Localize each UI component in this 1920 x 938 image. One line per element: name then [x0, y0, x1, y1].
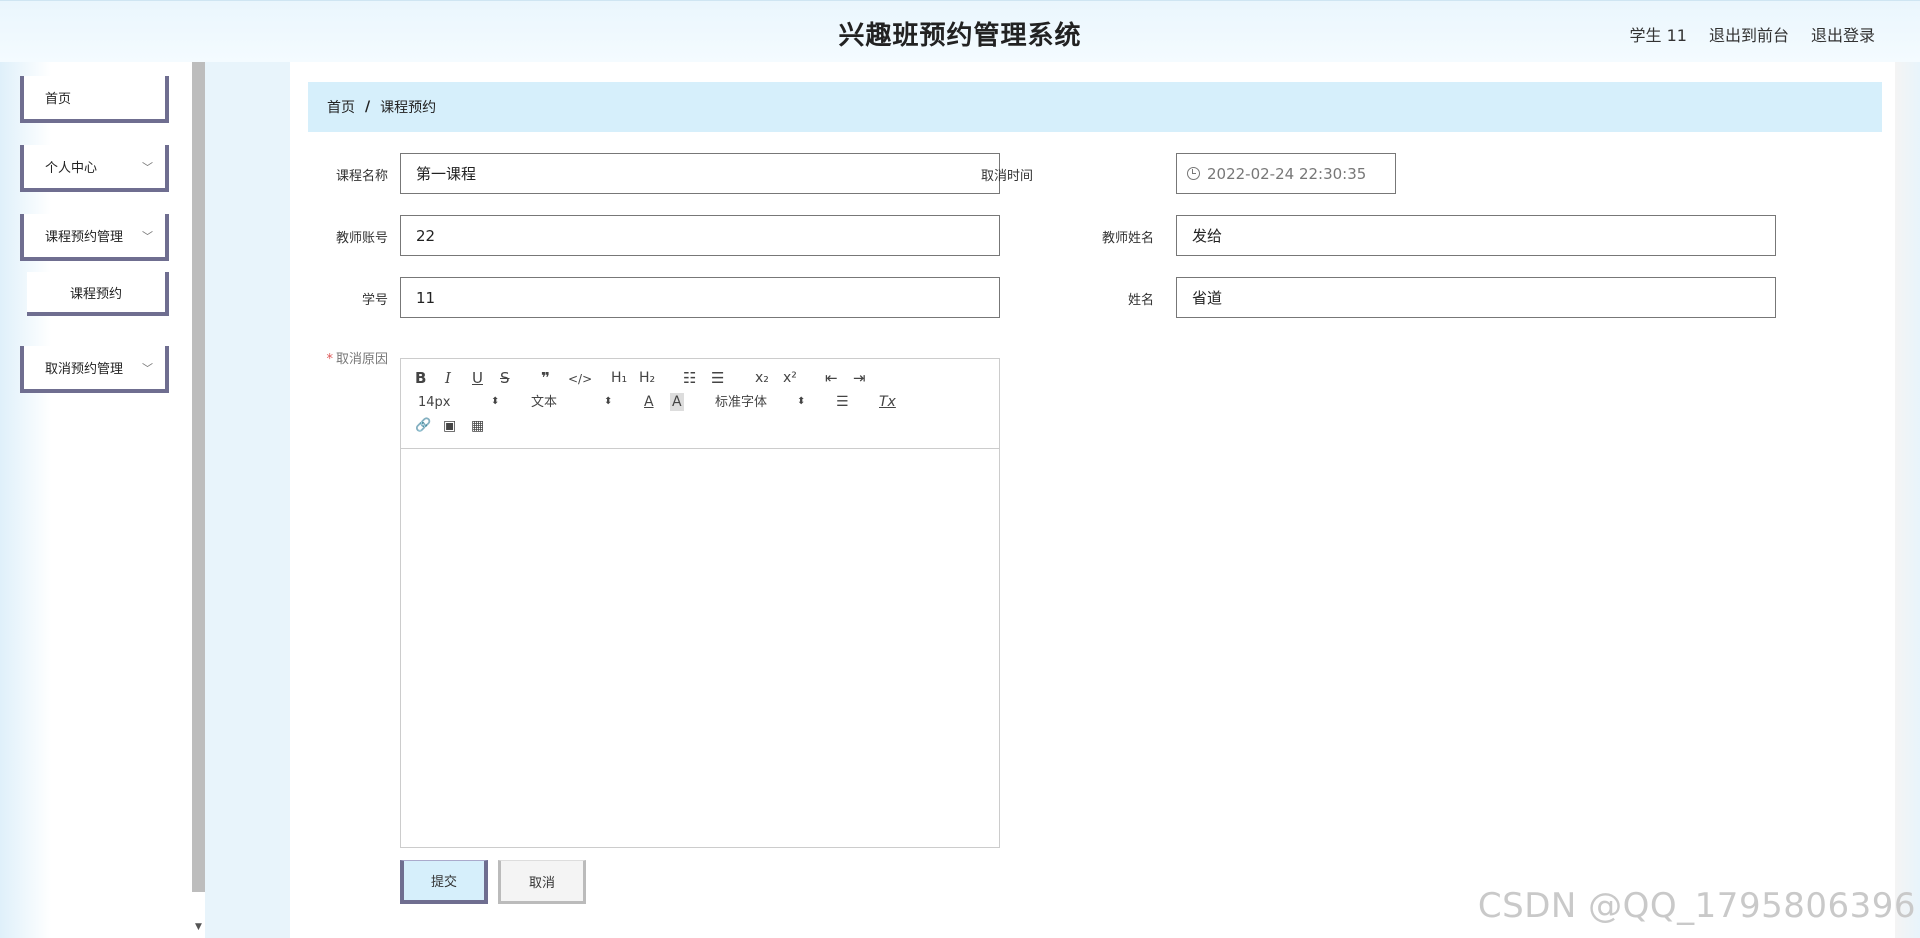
editor-content-area[interactable] [401, 449, 999, 847]
header-links: 学生 11 退出到前台 退出登录 [1630, 22, 1875, 46]
course-name-field[interactable]: 第一课程 [400, 153, 1000, 194]
teacher-account-label: 教师账号 [335, 231, 388, 246]
code-block-icon[interactable]: </> [568, 370, 592, 388]
teacher-name-label: 教师姓名 [1101, 231, 1154, 246]
current-user: 学生 11 [1629, 26, 1687, 45]
subscript-icon[interactable]: x₂ [755, 369, 769, 387]
course-name-label: 课程名称 [335, 169, 388, 184]
required-mark: * [326, 352, 333, 367]
bullet-list-icon[interactable]: ☰ [711, 369, 724, 387]
sidebar-item-home[interactable]: 首页 [20, 76, 169, 123]
sidebar-item-label: 首页 [45, 92, 72, 107]
name-field[interactable]: 省道 [1176, 277, 1776, 318]
font-family-arrow-icon: ⬍ [797, 396, 806, 407]
clock-icon [1187, 167, 1200, 180]
page-right-edge [1895, 62, 1920, 938]
sidebar: 首页 个人中心 ﹀ 课程预约管理 ﹀ 课程预约 取消预约管理 ﹀ ▼ [0, 62, 205, 938]
teacher-account-value: 22 [416, 226, 436, 245]
chevron-down-icon: ﹀ [142, 230, 153, 243]
submit-button[interactable]: 提交 [400, 860, 488, 904]
teacher-name-value: 发给 [1192, 227, 1223, 245]
name-label: 姓名 [1127, 293, 1154, 308]
cancel-button[interactable]: 取消 [498, 860, 586, 904]
header-select-arrow-icon: ⬍ [604, 396, 613, 407]
teacher-account-field[interactable]: 22 [400, 215, 1000, 256]
sidebar-scrollbar[interactable] [192, 62, 205, 892]
video-icon[interactable]: ▦ [471, 417, 484, 435]
sidebar-item-personal-center[interactable]: 个人中心 ﹀ [20, 145, 169, 192]
header-select[interactable]: 文本 [531, 394, 557, 412]
breadcrumb-home[interactable]: 首页 [327, 97, 355, 117]
sidebar-item-course-booking-mgmt[interactable]: 课程预约管理 ﹀ [20, 214, 169, 261]
background-color-icon[interactable]: A [670, 393, 684, 411]
heading2-icon[interactable]: H₂ [639, 369, 655, 387]
main-content: 首页 / 课程预约 课程名称 第一课程 取消时间 2022-02-24 22:3… [290, 62, 1895, 938]
breadcrumb: 首页 / 课程预约 [308, 82, 1882, 132]
cancel-time-value: 2022-02-24 22:30:35 [1207, 164, 1367, 183]
sidebar-subitem-course-booking[interactable]: 课程预约 [27, 272, 169, 316]
underline-icon[interactable]: U [472, 369, 483, 387]
chevron-down-icon: ﹀ [142, 362, 153, 375]
heading1-icon[interactable]: H₁ [611, 369, 627, 387]
sidebar-item-label: 课程预约管理 [45, 230, 124, 245]
font-family-select[interactable]: 标准字体 [715, 394, 767, 412]
course-name-value: 第一课程 [416, 165, 477, 183]
superscript-icon[interactable]: x² [783, 369, 797, 387]
strikethrough-icon[interactable]: S [500, 369, 510, 387]
breadcrumb-separator: / [365, 99, 371, 115]
cancel-reason-label: * 取消原因 [298, 348, 388, 367]
ordered-list-icon[interactable]: ☷ [683, 369, 696, 387]
sidebar-item-label: 课程预约 [69, 286, 122, 302]
teacher-name-field[interactable]: 发给 [1176, 215, 1776, 256]
cancel-time-field[interactable]: 2022-02-24 22:30:35 [1176, 153, 1396, 194]
student-no-value: 11 [416, 288, 436, 307]
breadcrumb-current: 课程预约 [380, 100, 437, 116]
cancel-reason-label-text: 取消原因 [335, 352, 388, 367]
font-color-icon[interactable]: A [644, 393, 654, 411]
back-to-front-link[interactable]: 退出到前台 [1709, 22, 1789, 46]
outdent-icon[interactable]: ⇤ [825, 369, 838, 387]
font-size-arrow-icon: ⬍ [491, 396, 500, 407]
watermark: CSDN @QQ_1795806396 [1477, 886, 1916, 926]
top-header: 兴趣班预约管理系统 学生 11 退出到前台 退出登录 [0, 0, 1920, 62]
sidebar-item-cancel-booking-mgmt[interactable]: 取消预约管理 ﹀ [20, 346, 169, 393]
font-size-select[interactable]: 14px [418, 394, 451, 412]
italic-icon[interactable]: I [445, 369, 451, 387]
sidebar-item-label: 个人中心 [45, 161, 98, 176]
align-icon[interactable]: ☰ [836, 393, 849, 411]
student-no-field[interactable]: 11 [400, 277, 1000, 318]
chevron-down-icon: ﹀ [142, 161, 153, 174]
blockquote-icon[interactable]: ❞ [541, 369, 550, 387]
student-no-label: 学号 [361, 293, 388, 308]
image-icon[interactable]: ▣ [443, 417, 456, 435]
rich-text-editor: B I U S ❞ </> H₁ H₂ ☷ ☰ x₂ x² ⇤ ⇥ 14px ⬍… [400, 358, 1000, 848]
bold-icon[interactable]: B [415, 369, 426, 387]
scroll-down-arrow-icon[interactable]: ▼ [192, 922, 205, 938]
logout-link[interactable]: 退出登录 [1811, 22, 1875, 46]
indent-icon[interactable]: ⇥ [853, 369, 866, 387]
cancel-time-label: 取消时间 [980, 169, 1033, 184]
name-value: 省道 [1192, 289, 1223, 307]
clear-format-icon[interactable]: Tx [879, 393, 896, 411]
link-icon[interactable]: 🔗 [415, 417, 431, 435]
editor-toolbar: B I U S ❞ </> H₁ H₂ ☷ ☰ x₂ x² ⇤ ⇥ 14px ⬍… [401, 359, 999, 449]
sidebar-item-label: 取消预约管理 [45, 362, 124, 377]
